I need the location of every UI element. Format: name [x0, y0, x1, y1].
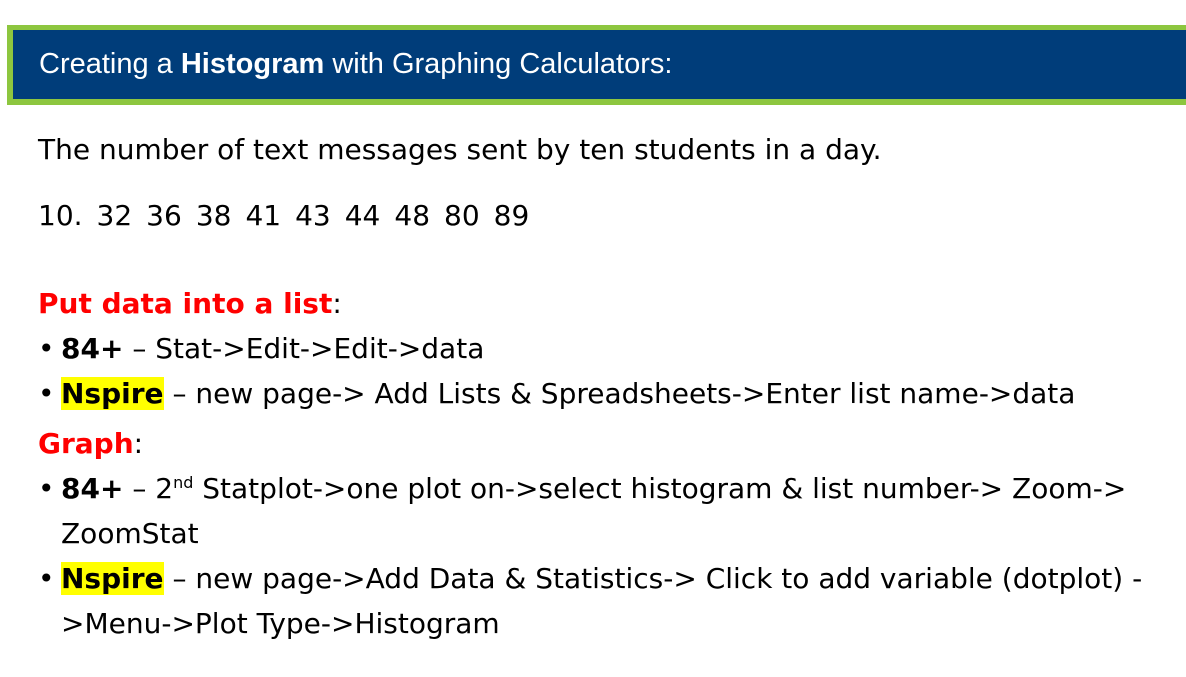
- bullet-icon: •: [38, 332, 55, 365]
- separator: –: [123, 472, 156, 505]
- step-number: 2: [155, 472, 174, 505]
- title-suffix: with Graphing Calculators:: [324, 48, 673, 80]
- graph-colon: :: [133, 427, 144, 460]
- bullet-icon: •: [38, 472, 55, 505]
- slide-content: The number of text messages sent by ten …: [38, 128, 1178, 646]
- graph-heading: Graph:: [38, 422, 1178, 466]
- data-value: 41: [245, 199, 282, 232]
- title-bold: Histogram: [180, 48, 325, 80]
- bullet-icon: •: [38, 377, 55, 410]
- separator: –: [163, 377, 196, 410]
- device-label: 84+: [61, 472, 124, 505]
- bullet-item: • 84+ – 2nd Statplot->one plot on->select…: [38, 466, 1178, 556]
- put-data-heading: Put data into a list:: [38, 282, 1178, 326]
- data-value: 89: [493, 199, 530, 232]
- separator: –: [123, 332, 156, 365]
- title-banner: Creating a Histogram with Graphing Calcu…: [7, 25, 1186, 105]
- data-value: 44: [344, 199, 381, 232]
- device-label: Nspire: [61, 377, 164, 410]
- data-value: 32: [96, 199, 133, 232]
- graph-title: Graph: [38, 427, 134, 460]
- data-value: 48: [394, 199, 431, 232]
- data-value: 38: [195, 199, 232, 232]
- separator: –: [163, 562, 196, 595]
- step-text: new page-> Add Lists & Spreadsheets->Ent…: [195, 377, 1076, 410]
- ordinal-suffix: nd: [173, 473, 194, 492]
- bullet-icon: •: [38, 562, 55, 595]
- put-data-title: Put data into a list: [38, 287, 333, 320]
- data-values: 10. 32 36 38 41 43 44 48 80 89: [38, 198, 1178, 234]
- bullet-item: • 84+ – Stat->Edit->Edit->data: [38, 326, 1178, 371]
- title-bar: Creating a Histogram with Graphing Calcu…: [13, 30, 1186, 99]
- device-label: 84+: [61, 332, 124, 365]
- put-data-colon: :: [332, 287, 342, 320]
- data-value: 36: [146, 199, 182, 232]
- step-text: new page->Add Data & Statistics-> Click …: [61, 562, 1143, 640]
- intro-text: The number of text messages sent by ten …: [38, 133, 882, 166]
- bullet-item: • Nspire – new page-> Add Lists & Spreads…: [38, 371, 1178, 416]
- device-label: Nspire: [61, 562, 164, 595]
- step-text: Statplot->one plot on->select histogram …: [61, 472, 1127, 550]
- bullet-item: • Nspire – new page->Add Data & Statistic…: [38, 556, 1178, 646]
- data-value: 10.: [38, 199, 83, 232]
- data-value: 80: [444, 199, 480, 232]
- title-prefix: Creating a: [39, 48, 181, 80]
- step-text: Stat->Edit->Edit->data: [155, 332, 485, 365]
- data-value: 43: [295, 199, 331, 232]
